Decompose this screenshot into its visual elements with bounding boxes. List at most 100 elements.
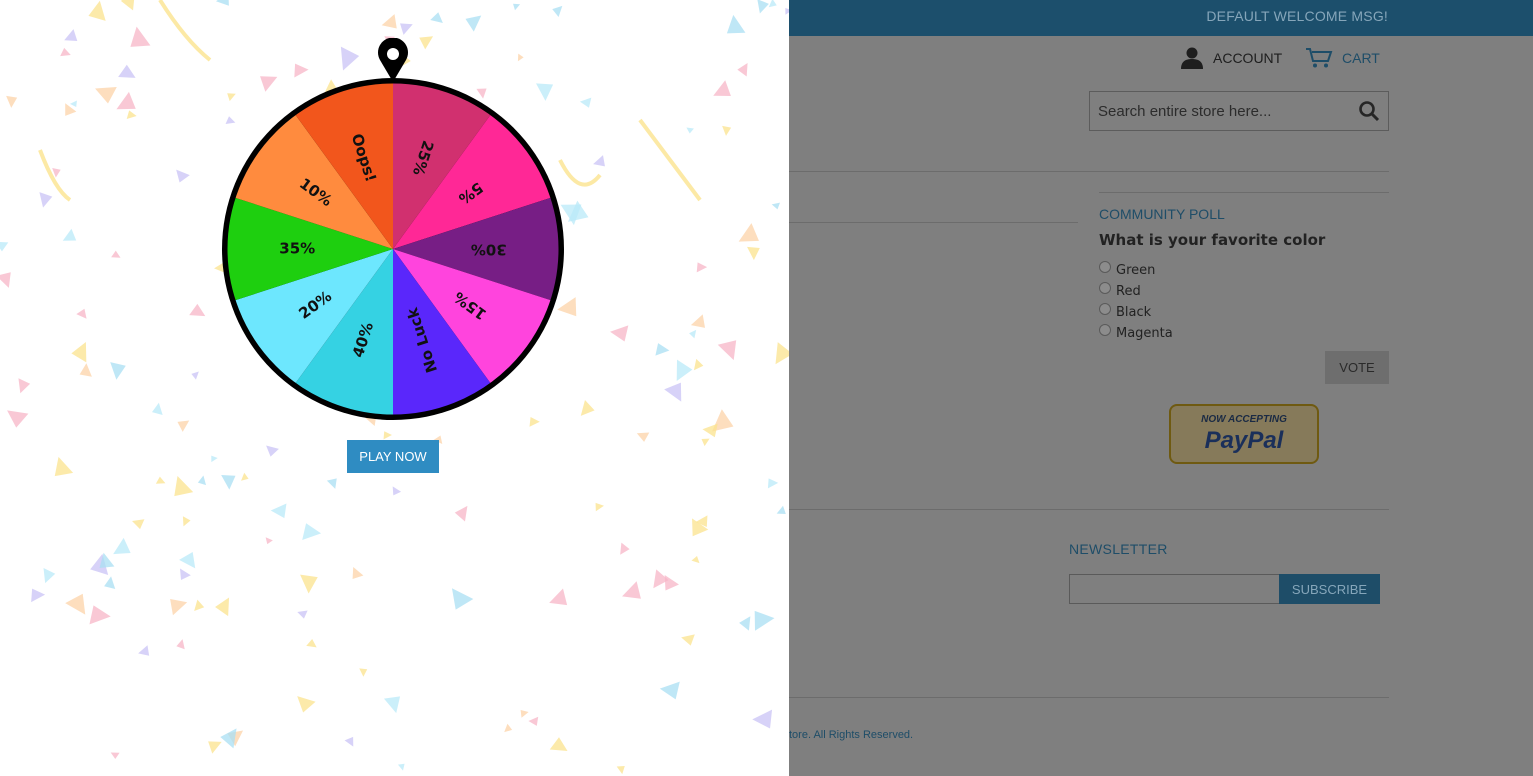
confetti-piece — [300, 574, 318, 594]
confetti-piece — [65, 593, 86, 615]
newsletter-email-input[interactable] — [1069, 574, 1280, 604]
confetti-piece — [306, 639, 317, 648]
confetti-piece — [381, 14, 397, 29]
confetti-piece — [400, 23, 413, 35]
poll-option-label: Black — [1116, 304, 1152, 320]
confetti-piece — [130, 26, 151, 47]
poll-option-label: Magenta — [1116, 325, 1173, 341]
radio-button[interactable] — [1099, 261, 1111, 273]
confetti-piece — [88, 0, 106, 21]
confetti-piece — [297, 696, 316, 713]
confetti-piece — [717, 340, 737, 361]
confetti-piece — [454, 505, 468, 522]
confetti-piece — [120, 0, 135, 11]
confetti-piece — [62, 228, 77, 241]
confetti-piece — [552, 5, 563, 17]
confetti-piece — [7, 410, 29, 428]
confetti-piece — [691, 555, 700, 564]
welcome-message: DEFAULT WELCOME MSG! — [1206, 8, 1388, 24]
confetti-piece — [104, 576, 116, 590]
confetti-piece — [610, 325, 629, 342]
confetti-piece — [221, 474, 236, 490]
confetti-piece — [79, 363, 92, 377]
radio-button[interactable] — [1099, 324, 1111, 336]
user-icon — [1181, 47, 1203, 69]
cart-icon — [1306, 48, 1333, 68]
confetti-piece — [126, 110, 137, 119]
confetti-piece — [754, 610, 775, 631]
confetti-piece — [713, 80, 731, 97]
confetti-piece — [189, 303, 206, 317]
poll-option-label: Green — [1116, 262, 1156, 278]
subscribe-button[interactable]: SUBSCRIBE — [1279, 574, 1380, 604]
confetti-piece — [686, 127, 694, 134]
confetti-piece — [18, 378, 31, 394]
divider — [789, 697, 1389, 698]
confetti-piece — [696, 262, 708, 273]
confetti-piece — [747, 246, 760, 261]
confetti-piece — [89, 605, 111, 625]
search-input[interactable] — [1098, 101, 1348, 121]
confetti-piece — [664, 382, 682, 402]
confetti-piece — [549, 588, 568, 606]
confetti-piece — [655, 343, 670, 356]
radio-button[interactable] — [1099, 303, 1111, 315]
confetti-piece — [392, 486, 402, 496]
wheel-pointer-icon — [378, 38, 408, 82]
poll-option-red[interactable]: Red — [1099, 282, 1141, 300]
copyright-text: tore. All Rights Reserved. — [789, 729, 914, 741]
confetti-piece — [138, 645, 150, 656]
confetti-piece — [776, 505, 786, 514]
confetti-piece — [549, 737, 568, 751]
confetti-piece — [768, 0, 777, 8]
radio-button[interactable] — [1099, 282, 1111, 294]
confetti-piece — [775, 342, 789, 365]
confetti-piece — [659, 681, 680, 700]
vote-button[interactable]: VOTE — [1325, 351, 1389, 384]
confetti-piece — [689, 329, 697, 339]
confetti-piece — [6, 95, 18, 108]
confetti-piece — [451, 588, 474, 610]
poll-option-green[interactable]: Green — [1099, 261, 1155, 279]
confetti-piece — [71, 342, 87, 363]
wheel-segment-label: 30% — [471, 241, 507, 259]
confetti-piece — [0, 272, 11, 288]
divider — [789, 222, 1078, 223]
search-icon[interactable] — [1358, 100, 1380, 122]
confetti-piece — [302, 523, 322, 540]
confetti-piece — [636, 432, 650, 442]
confetti-piece — [690, 314, 706, 328]
search-box — [1089, 91, 1389, 131]
confetti-piece — [208, 741, 222, 754]
confetti-piece — [397, 763, 405, 771]
confetti-piece — [54, 456, 74, 477]
cart-link[interactable]: CART — [1305, 46, 1380, 70]
confetti-piece — [465, 15, 482, 32]
confetti-piece — [620, 542, 630, 555]
confetti-piece — [504, 723, 513, 733]
confetti-piece — [174, 475, 194, 497]
confetti-piece — [693, 358, 704, 371]
confetti-piece — [579, 97, 592, 108]
confetti-piece — [95, 86, 117, 104]
poll-option-magenta[interactable]: Magenta — [1099, 324, 1173, 342]
confetti-piece — [681, 634, 695, 646]
poll-option-label: Red — [1116, 283, 1141, 299]
play-now-button[interactable]: PLAY NOW — [347, 440, 439, 473]
confetti-piece — [383, 431, 392, 440]
poll-option-black[interactable]: Black — [1099, 303, 1151, 321]
confetti-piece — [179, 552, 196, 569]
account-label: ACCOUNT — [1213, 50, 1283, 66]
confetti-piece — [197, 475, 207, 486]
account-link[interactable]: ACCOUNT — [1180, 46, 1282, 70]
confetti-piece — [344, 736, 354, 747]
confetti-piece — [241, 472, 249, 481]
confetti-piece — [170, 598, 188, 616]
confetti-piece — [580, 400, 595, 416]
confetti-piece — [676, 359, 693, 382]
prize-wheel[interactable]: 25%5%30%15%No Luck40%20%35%10%Oops! — [220, 38, 566, 424]
confetti-piece — [616, 765, 625, 775]
confetti-piece — [595, 502, 604, 512]
divider — [789, 509, 1389, 510]
confetti-piece — [737, 63, 748, 77]
